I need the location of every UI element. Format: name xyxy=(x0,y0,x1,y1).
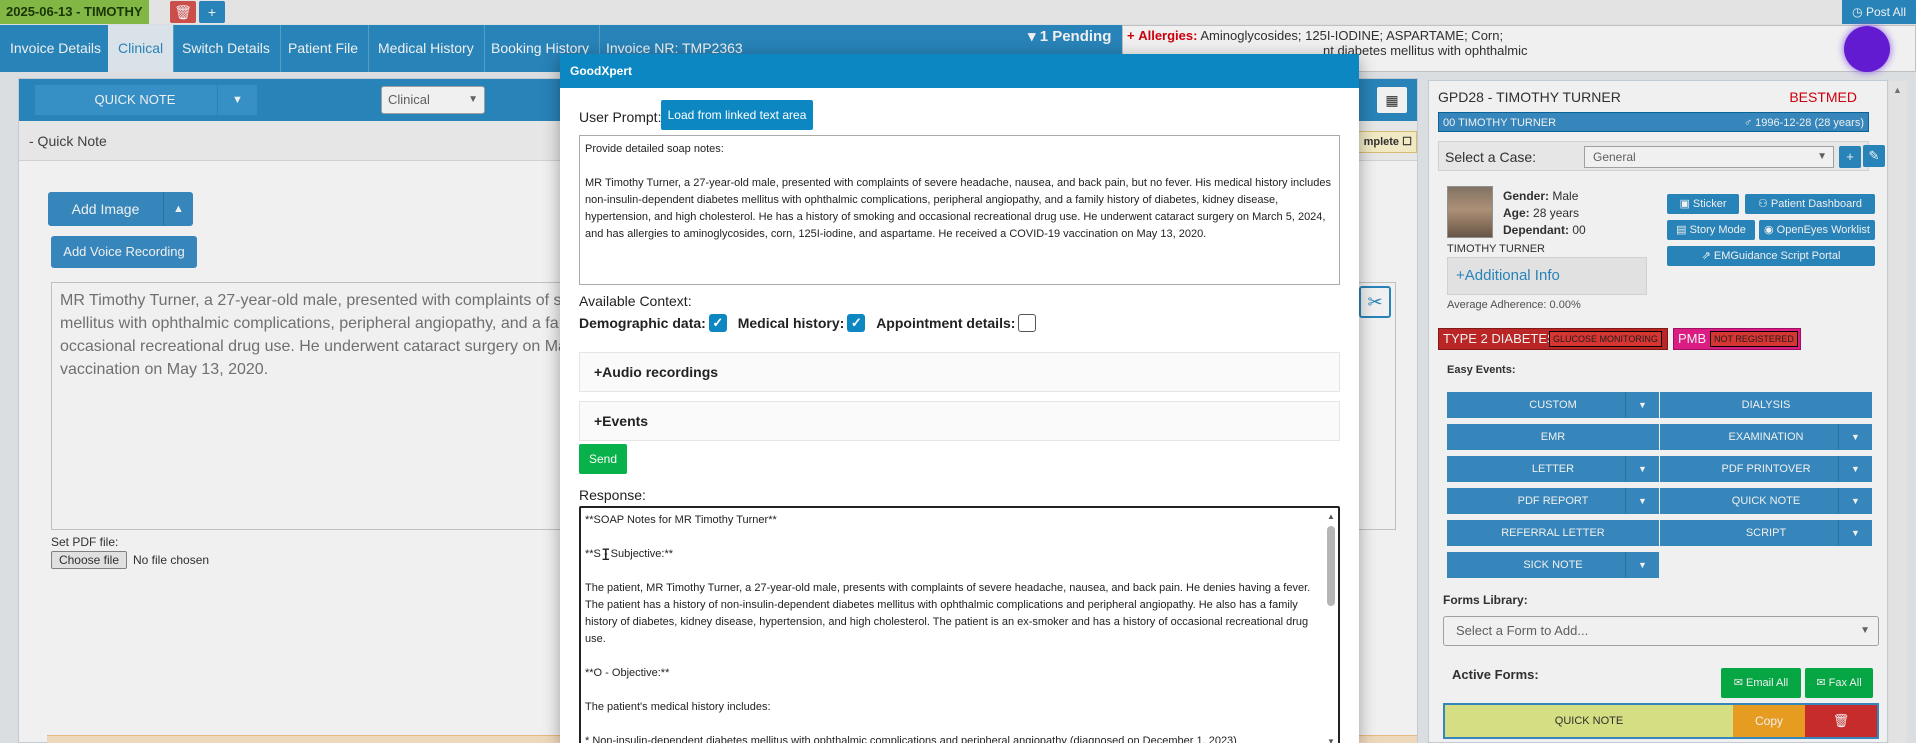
response-line: * Non-insulin-dependent diabetes mellitu… xyxy=(585,735,1237,743)
scroll-thumb[interactable] xyxy=(1327,526,1335,606)
response-line: **O - Objective:** xyxy=(585,667,670,679)
events-accordion[interactable]: +Events xyxy=(579,401,1340,441)
text-cursor-icon: I xyxy=(601,545,611,564)
response-textarea[interactable]: **SOAP Notes for MR Timothy Turner** **S… xyxy=(579,506,1340,743)
context-checkboxes: Demographic data: ✓ Medical history: ✓ App… xyxy=(579,314,1043,333)
audio-recordings-accordion[interactable]: +Audio recordings xyxy=(579,352,1340,392)
response-line: **SOAP Notes for MR Timothy Turner** xyxy=(585,514,777,526)
appointment-checkbox[interactable] xyxy=(1018,314,1037,333)
modal-body: User Prompt: Load from linked text area … xyxy=(560,88,1359,743)
appointment-label: Appointment details: xyxy=(876,315,1016,332)
user-prompt-textarea[interactable]: Provide detailed soap notes: MR Timothy … xyxy=(579,135,1340,285)
modal-title: GoodXpert xyxy=(560,54,1359,88)
response-line: The patient, MR Timothy Turner, a 27-yea… xyxy=(585,582,1311,645)
medical-history-label: Medical history: xyxy=(737,315,845,332)
response-label: Response: xyxy=(579,487,646,503)
scroll-down-icon[interactable]: ▼ xyxy=(1326,737,1336,743)
demographic-label: Demographic data: xyxy=(579,315,706,332)
send-button[interactable]: Send xyxy=(579,444,627,474)
goodxpert-modal: GoodXpert User Prompt: Load from linked … xyxy=(560,54,1359,743)
response-scrollbar[interactable]: ▲ ▼ xyxy=(1326,512,1336,743)
prompt-body: MR Timothy Turner, a 27-year-old male, p… xyxy=(585,177,1331,240)
response-line: The patient's medical history includes: xyxy=(585,701,771,713)
demographic-checkbox[interactable]: ✓ xyxy=(708,314,727,333)
load-linked-text-button[interactable]: Load from linked text area xyxy=(661,100,813,130)
scroll-up-icon[interactable]: ▲ xyxy=(1326,512,1336,522)
available-context-label: Available Context: xyxy=(579,293,692,309)
response-line: **S - Subjective:** xyxy=(585,548,674,560)
medical-history-checkbox[interactable]: ✓ xyxy=(847,314,866,333)
user-prompt-label: User Prompt: xyxy=(579,109,662,125)
prompt-line: Provide detailed soap notes: xyxy=(585,143,724,155)
